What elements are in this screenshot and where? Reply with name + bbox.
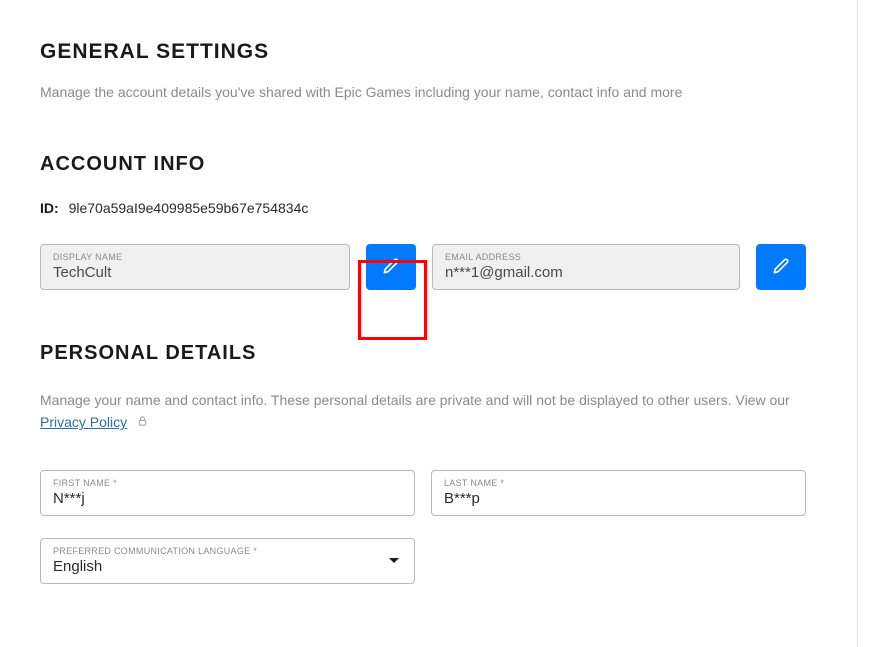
account-id-value: 9le70a59aI9e409985e59b67e754834c [69,200,309,216]
email-address-label: EMAIL ADDRESS [445,252,727,262]
last-name-label: LAST NAME * [444,478,793,488]
account-id-label: ID: [40,200,59,216]
personal-desc-text: Manage your name and contact info. These… [40,392,790,408]
last-name-field[interactable]: LAST NAME * [431,470,806,516]
lock-icon [137,416,148,430]
edit-email-button[interactable] [756,244,806,290]
pencil-icon [383,258,399,277]
account-id-row: ID: 9le70a59aI9e409985e59b67e754834c [40,200,817,216]
page-title: GENERAL SETTINGS [40,40,817,64]
display-name-label: DISPLAY NAME [53,252,337,262]
chevron-down-icon [388,552,400,570]
email-address-value: n***1@gmail.com [445,264,727,281]
last-name-input[interactable] [444,490,793,507]
first-name-input[interactable] [53,490,402,507]
pencil-icon [773,258,789,277]
edit-display-name-button[interactable] [366,244,416,290]
personal-details-description: Manage your name and contact info. These… [40,389,817,434]
language-field[interactable]: PREFERRED COMMUNICATION LANGUAGE * Engli… [40,538,415,584]
privacy-policy-link[interactable]: Privacy Policy [40,414,127,430]
first-name-label: FIRST NAME * [53,478,402,488]
display-name-field: DISPLAY NAME TechCult [40,244,350,290]
account-info-heading: ACCOUNT INFO [40,153,817,176]
first-name-field[interactable]: FIRST NAME * [40,470,415,516]
page-subtitle: Manage the account details you've shared… [40,82,817,103]
language-label: PREFERRED COMMUNICATION LANGUAGE * [53,546,402,556]
personal-details-heading: PERSONAL DETAILS [40,342,817,365]
display-name-value: TechCult [53,264,337,281]
email-address-field: EMAIL ADDRESS n***1@gmail.com [432,244,740,290]
language-value: English [53,558,402,575]
